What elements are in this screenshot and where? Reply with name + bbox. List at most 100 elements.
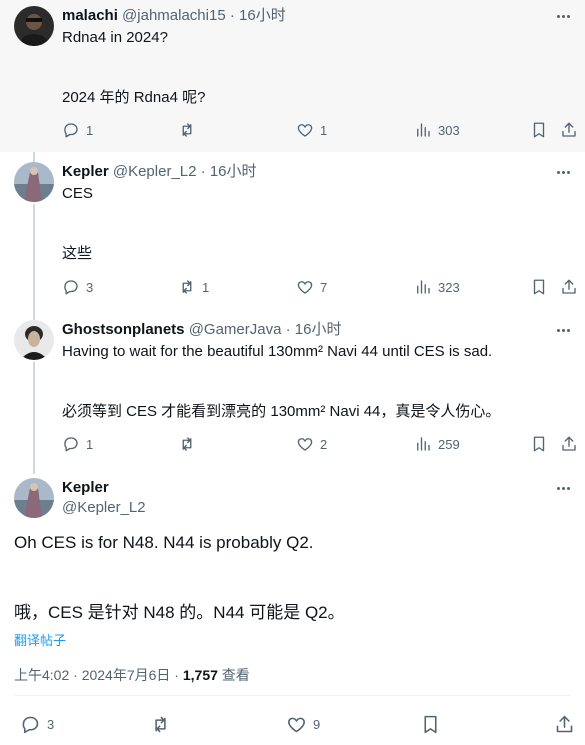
divider [14, 695, 571, 696]
author-handle[interactable]: @jahmalachi15 [122, 7, 226, 24]
bookmark-button[interactable] [530, 276, 548, 298]
like-button[interactable]: 9 [286, 713, 320, 735]
share-icon [562, 279, 576, 294]
author-name[interactable]: malachi [62, 7, 118, 24]
retweet-button[interactable] [150, 713, 177, 735]
tweet-text-translation: 这些 [62, 245, 93, 262]
retweet-button[interactable] [178, 433, 202, 455]
share-button[interactable] [560, 119, 578, 141]
views-count: 259 [438, 436, 460, 452]
reply-icon [22, 716, 39, 733]
bookmark-button[interactable] [420, 713, 441, 735]
reply-icon [64, 123, 78, 138]
tweet-text: Oh CES is for N48. N44 is probably Q2. [14, 533, 314, 552]
reply-count: 1 [86, 436, 94, 452]
more-dots-icon[interactable] [553, 6, 573, 26]
like-count: 7 [320, 279, 328, 295]
main-tweet: Kepler @Kepler_L2 Oh CES is for N48. N44… [0, 468, 585, 745]
avatar[interactable] [14, 6, 54, 46]
author-name[interactable]: Kepler [62, 478, 109, 498]
bookmark-button[interactable] [530, 119, 548, 141]
heart-icon [297, 281, 313, 294]
views-button[interactable]: 303 [414, 119, 460, 141]
author-name[interactable]: Ghostsonplanets [62, 321, 185, 338]
tweet-header: malachi @jahmalachi15 · 16小时 [62, 6, 286, 26]
heart-icon [288, 717, 305, 732]
more-dots-icon[interactable] [553, 320, 573, 340]
tweet-text: Rdna4 in 2024? [62, 29, 168, 46]
views-chart-icon [417, 437, 430, 451]
tweet-actions: 1 2 259 [62, 433, 582, 455]
reply-count: 3 [86, 279, 94, 295]
share-icon [562, 122, 576, 137]
tweet-malachi[interactable]: malachi @jahmalachi15 · 16小时 Rdna4 in 20… [0, 0, 585, 152]
like-button[interactable]: 1 [296, 119, 327, 141]
author-handle[interactable]: @Kepler_L2 [62, 498, 146, 518]
author-handle[interactable]: @GamerJava [189, 321, 282, 338]
retweet-icon [182, 437, 192, 451]
tweet-header: Kepler @Kepler_L2 · 16小时 [62, 162, 257, 182]
retweet-icon [182, 123, 192, 137]
tweet-kepler[interactable]: Kepler @Kepler_L2 · 16小时 CES 这些 3 1 7 32… [0, 152, 585, 310]
views-button[interactable]: 323 [414, 276, 460, 298]
more-dots-icon[interactable] [553, 478, 573, 498]
avatar[interactable] [14, 478, 54, 518]
tweet-text-translation: 必须等到 CES 才能看到漂亮的 130mm² Navi 44，真是令人伤心。 [62, 403, 501, 420]
tweet-time[interactable]: 16小时 [295, 321, 342, 338]
author-handle[interactable]: @Kepler_L2 [113, 163, 197, 180]
views-chart-icon [417, 280, 430, 294]
heart-icon [297, 124, 313, 137]
bookmark-button[interactable] [530, 433, 548, 455]
like-count: 1 [320, 122, 328, 138]
retweet-button[interactable] [178, 119, 202, 141]
heart-icon [297, 438, 313, 451]
retweet-button[interactable]: 1 [178, 276, 209, 298]
avatar[interactable] [14, 320, 54, 360]
views-count: 323 [438, 279, 460, 295]
separator-dot: · [229, 7, 235, 24]
like-button[interactable]: 7 [296, 276, 327, 298]
tweet-text-translation: 2024 年的 Rdna4 呢? [62, 89, 206, 106]
tweet-actions: 3 9 [14, 713, 579, 737]
retweet-icon [182, 280, 192, 294]
tweet-text: CES [62, 185, 93, 202]
bookmark-icon [533, 122, 545, 138]
reply-count: 3 [47, 716, 55, 732]
reply-count: 1 [86, 122, 94, 138]
views-label: 查看 [217, 667, 250, 683]
reply-icon [64, 437, 78, 452]
views-button[interactable]: 259 [414, 433, 460, 455]
bookmark-icon [533, 436, 545, 452]
tweet-time[interactable]: 16小时 [210, 163, 257, 180]
retweet-icon [155, 716, 166, 732]
tweet-time[interactable]: 16小时 [239, 7, 286, 24]
share-button[interactable] [554, 713, 575, 735]
like-count: 2 [320, 436, 328, 452]
tweet-ghostsonplanets[interactable]: Ghostsonplanets @GamerJava · 16小时 Having… [0, 310, 585, 468]
views-chart-icon [417, 123, 430, 137]
reply-button[interactable]: 3 [62, 276, 93, 298]
separator-dot: · [285, 321, 291, 338]
separator-dot: · [200, 163, 206, 180]
translate-post-link[interactable]: 翻译帖子 [14, 630, 66, 649]
views-count: 1,757 [182, 667, 218, 683]
tweet-text-translation: 哦，CES 是针对 N48 的。N44 可能是 Q2。 [14, 603, 345, 622]
author-name[interactable]: Kepler [62, 163, 109, 180]
tweet-header: Ghostsonplanets @GamerJava · 16小时 [62, 320, 341, 340]
like-button[interactable]: 2 [296, 433, 327, 455]
share-button[interactable] [560, 276, 578, 298]
retweet-count: 1 [202, 279, 210, 295]
avatar[interactable] [14, 162, 54, 202]
reply-button[interactable]: 1 [62, 119, 93, 141]
more-dots-icon[interactable] [553, 162, 573, 182]
reply-button[interactable]: 1 [62, 433, 93, 455]
share-icon [556, 715, 573, 732]
tweet-text: Having to wait for the beautiful 130mm² … [62, 343, 493, 360]
share-button[interactable] [560, 433, 578, 455]
tweet-actions: 1 1 303 [62, 119, 582, 141]
bookmark-icon [533, 279, 545, 295]
tweet-meta: 上午4:02 · 2024年7月6日 · 1,757 查看 [14, 665, 250, 685]
like-count: 9 [313, 716, 321, 732]
tweet-timestamp[interactable]: 上午4:02 · 2024年7月6日 · [14, 667, 183, 683]
reply-button[interactable]: 3 [20, 713, 54, 735]
